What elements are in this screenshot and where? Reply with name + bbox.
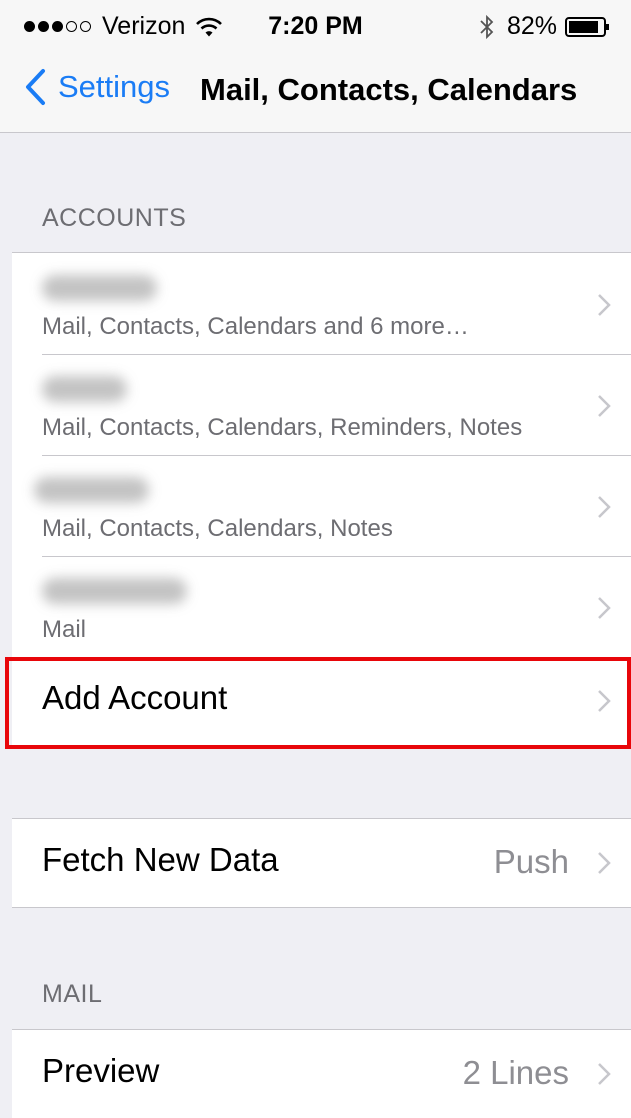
fetch-group: Fetch New Data Push [12, 818, 631, 908]
accounts-list: Mail, Contacts, Calendars and 6 more… Ma… [12, 252, 631, 746]
account-row[interactable]: Mail [12, 556, 631, 657]
add-account-label: Add Account [42, 679, 228, 716]
account-services: Mail, Contacts, Calendars, Reminders, No… [42, 414, 523, 441]
fetch-new-data-row[interactable]: Fetch New Data Push [12, 819, 631, 907]
chevron-right-icon [598, 690, 611, 712]
fetch-new-data-label: Fetch New Data [42, 841, 279, 878]
chevron-right-icon [598, 294, 611, 316]
battery-icon [565, 16, 609, 37]
chevron-right-icon [598, 597, 611, 619]
chevron-right-icon [598, 395, 611, 417]
account-services: Mail [42, 616, 87, 643]
account-services: Mail, Contacts, Calendars and 6 more… [42, 313, 469, 340]
account-row[interactable]: Mail, Contacts, Calendars, Notes [12, 455, 631, 556]
chevron-right-icon [598, 496, 611, 518]
section-header-mail: MAIL [42, 980, 103, 1008]
back-button-label: Settings [58, 69, 171, 104]
account-name-redacted [34, 477, 149, 503]
account-name-redacted [42, 376, 127, 402]
back-button[interactable]: Settings [24, 68, 170, 106]
account-name-redacted [42, 578, 187, 604]
preview-value: 2 Lines [462, 1054, 569, 1091]
navigation-bar: Settings Mail, Contacts, Calendars [0, 52, 631, 133]
account-row[interactable]: Mail, Contacts, Calendars and 6 more… [12, 253, 631, 354]
account-name-redacted [42, 275, 157, 301]
section-header-accounts: ACCOUNTS [42, 204, 187, 232]
status-right: 82% [479, 12, 611, 41]
mail-group: Preview 2 Lines [12, 1029, 631, 1118]
fetch-new-data-value: Push [493, 843, 569, 880]
account-row[interactable]: Mail, Contacts, Calendars, Reminders, No… [12, 354, 631, 455]
chevron-left-icon [26, 69, 45, 105]
bluetooth-icon [480, 14, 494, 39]
page-title: Mail, Contacts, Calendars [200, 72, 578, 107]
add-account-row[interactable]: Add Account [12, 657, 631, 745]
status-bar: Verizon 7:20 PM 82% [0, 0, 631, 52]
chevron-right-icon [598, 852, 611, 874]
battery-percentage: 82% [506, 12, 557, 40]
account-services: Mail, Contacts, Calendars, Notes [42, 515, 393, 542]
preview-row[interactable]: Preview 2 Lines [12, 1030, 631, 1118]
chevron-right-icon [598, 1063, 611, 1085]
preview-label: Preview [42, 1052, 160, 1089]
